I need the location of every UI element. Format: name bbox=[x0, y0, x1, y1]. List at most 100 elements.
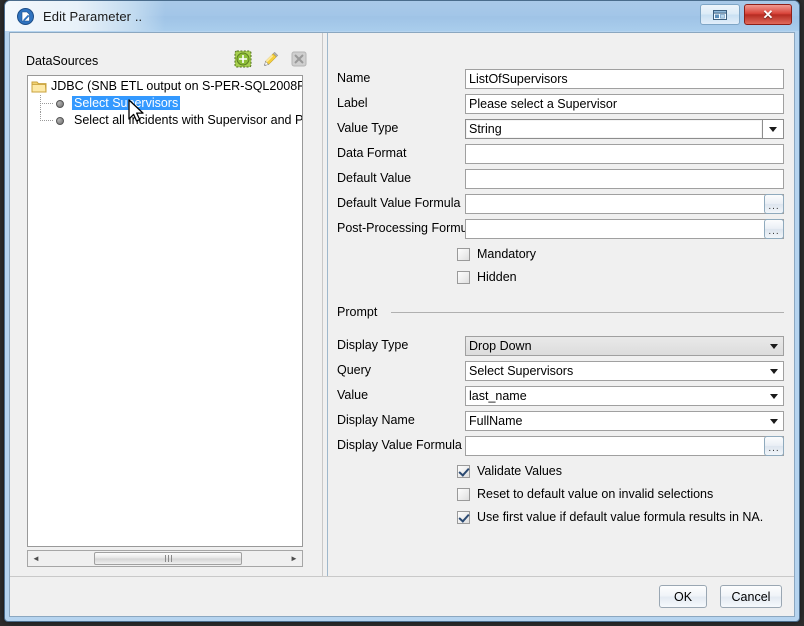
tree-line bbox=[40, 120, 53, 121]
label-input[interactable]: Please select a Supervisor bbox=[465, 94, 784, 114]
display-value-formula-browse-button[interactable]: ... bbox=[764, 436, 784, 456]
title-bar[interactable]: Edit Parameter .. ✕ bbox=[5, 1, 799, 31]
value-value: last_name bbox=[469, 389, 527, 403]
name-label: Name bbox=[337, 71, 370, 85]
add-datasource-button[interactable] bbox=[234, 50, 252, 68]
value-type-value[interactable]: String bbox=[465, 119, 762, 139]
chevron-down-icon bbox=[769, 127, 777, 132]
tree-item-label: Select Supervisors bbox=[72, 96, 180, 110]
field-row-display-value-formula: Display Value Formula ... bbox=[337, 436, 784, 456]
data-format-label: Data Format bbox=[337, 146, 406, 160]
query-combo[interactable]: Select Supervisors bbox=[465, 361, 784, 381]
checkbox-row-use-first-value[interactable]: Use first value if default value formula… bbox=[457, 508, 763, 526]
restore-button[interactable] bbox=[700, 4, 740, 25]
chevron-down-icon bbox=[770, 419, 778, 424]
scrollbar-thumb[interactable] bbox=[94, 552, 242, 565]
field-row-data-format: Data Format bbox=[337, 144, 784, 164]
delete-datasource-button bbox=[290, 50, 308, 68]
hidden-checkbox[interactable] bbox=[457, 271, 470, 284]
value-type-label: Value Type bbox=[337, 121, 398, 135]
prompt-group-rule bbox=[391, 312, 784, 313]
scrollbar-track[interactable] bbox=[44, 551, 286, 566]
label-label: Label bbox=[337, 96, 368, 110]
reset-to-default-label: Reset to default value on invalid select… bbox=[477, 487, 713, 501]
checkbox-row-reset-to-default[interactable]: Reset to default value on invalid select… bbox=[457, 485, 713, 503]
default-value-label: Default Value bbox=[337, 171, 411, 185]
field-row-post-processing-formula: Post-Processing Formula ... bbox=[337, 219, 784, 239]
data-format-input[interactable] bbox=[465, 144, 784, 164]
value-type-combo[interactable]: String bbox=[465, 119, 784, 139]
plus-icon bbox=[234, 50, 252, 68]
parameter-form-panel: Name ListOfSupervisors Label Please sele… bbox=[329, 33, 794, 576]
folder-icon bbox=[31, 80, 47, 93]
document-edit-icon bbox=[17, 8, 34, 25]
checkbox-row-hidden[interactable]: Hidden bbox=[457, 268, 517, 286]
default-value-formula-browse-button[interactable]: ... bbox=[764, 194, 784, 214]
validate-values-label: Validate Values bbox=[477, 464, 562, 478]
display-name-label: Display Name bbox=[337, 413, 415, 427]
close-button[interactable]: ✕ bbox=[744, 4, 792, 25]
use-first-value-label: Use first value if default value formula… bbox=[477, 510, 763, 524]
post-processing-formula-input[interactable] bbox=[465, 219, 784, 239]
reset-to-default-checkbox[interactable] bbox=[457, 488, 470, 501]
display-name-combo[interactable]: FullName bbox=[465, 411, 784, 431]
restore-icon bbox=[712, 9, 728, 21]
dialog-button-bar: OK Cancel bbox=[10, 576, 794, 616]
display-value-formula-input[interactable] bbox=[465, 436, 784, 456]
display-type-value: Drop Down bbox=[469, 339, 532, 353]
display-name-value: FullName bbox=[469, 414, 523, 428]
datasources-header: DataSources bbox=[26, 50, 312, 74]
field-row-default-value-formula: Default Value Formula ... bbox=[337, 194, 784, 214]
tree-item-select-supervisors[interactable]: Select Supervisors bbox=[28, 95, 302, 112]
tree-horizontal-scrollbar[interactable]: ◄ ► bbox=[27, 550, 303, 567]
query-node-icon bbox=[56, 117, 64, 125]
tree-root-item[interactable]: JDBC (SNB ETL output on S-PER-SQL2008R2) bbox=[28, 78, 302, 95]
field-row-query: Query Select Supervisors bbox=[337, 361, 784, 381]
value-combo[interactable]: last_name bbox=[465, 386, 784, 406]
field-row-display-type: Display Type Drop Down bbox=[337, 336, 784, 356]
default-value-input[interactable] bbox=[465, 169, 784, 189]
field-row-value: Value last_name bbox=[337, 386, 784, 406]
checkbox-row-mandatory[interactable]: Mandatory bbox=[457, 245, 536, 263]
default-value-formula-label: Default Value Formula bbox=[337, 196, 460, 210]
mandatory-label: Mandatory bbox=[477, 247, 536, 261]
scroll-left-arrow-icon[interactable]: ◄ bbox=[28, 551, 44, 566]
use-first-value-checkbox[interactable] bbox=[457, 511, 470, 524]
edit-parameter-window: Edit Parameter .. ✕ DataSources bbox=[4, 0, 800, 622]
dialog-client-area: DataSources bbox=[9, 32, 795, 617]
hidden-label: Hidden bbox=[477, 270, 517, 284]
datasources-toolbar bbox=[234, 50, 308, 68]
tree-item-select-incidents[interactable]: Select all Incidents with Supervisor and… bbox=[28, 112, 302, 129]
tree-line bbox=[40, 103, 53, 104]
scroll-right-arrow-icon[interactable]: ► bbox=[286, 551, 302, 566]
pencil-icon bbox=[262, 50, 280, 68]
field-row-label: Label Please select a Supervisor bbox=[337, 94, 784, 114]
default-value-formula-input[interactable] bbox=[465, 194, 784, 214]
field-row-value-type: Value Type String bbox=[337, 119, 784, 139]
mandatory-checkbox[interactable] bbox=[457, 248, 470, 261]
datasources-tree[interactable]: JDBC (SNB ETL output on S-PER-SQL2008R2)… bbox=[27, 75, 303, 547]
query-value: Select Supervisors bbox=[469, 364, 573, 378]
query-node-icon bbox=[56, 100, 64, 108]
cancel-button[interactable]: Cancel bbox=[720, 585, 782, 608]
display-type-label: Display Type bbox=[337, 338, 408, 352]
field-row-default-value: Default Value bbox=[337, 169, 784, 189]
prompt-group-header: Prompt bbox=[337, 305, 784, 319]
edit-datasource-button[interactable] bbox=[262, 50, 280, 68]
value-label: Value bbox=[337, 388, 368, 402]
value-type-dropdown-button[interactable] bbox=[762, 119, 784, 139]
chevron-down-icon bbox=[770, 344, 778, 349]
field-row-display-name: Display Name FullName bbox=[337, 411, 784, 431]
display-value-formula-label: Display Value Formula bbox=[337, 438, 462, 452]
tree-item-label: Select all Incidents with Supervisor and… bbox=[74, 113, 303, 127]
display-type-combo[interactable]: Drop Down bbox=[465, 336, 784, 356]
post-processing-formula-browse-button[interactable]: ... bbox=[764, 219, 784, 239]
panel-splitter[interactable] bbox=[322, 33, 328, 576]
checkbox-row-validate-values[interactable]: Validate Values bbox=[457, 462, 562, 480]
name-input[interactable]: ListOfSupervisors bbox=[465, 69, 784, 89]
chevron-down-icon bbox=[770, 369, 778, 374]
chevron-down-icon bbox=[770, 394, 778, 399]
ok-button[interactable]: OK bbox=[659, 585, 707, 608]
query-label: Query bbox=[337, 363, 371, 377]
validate-values-checkbox[interactable] bbox=[457, 465, 470, 478]
